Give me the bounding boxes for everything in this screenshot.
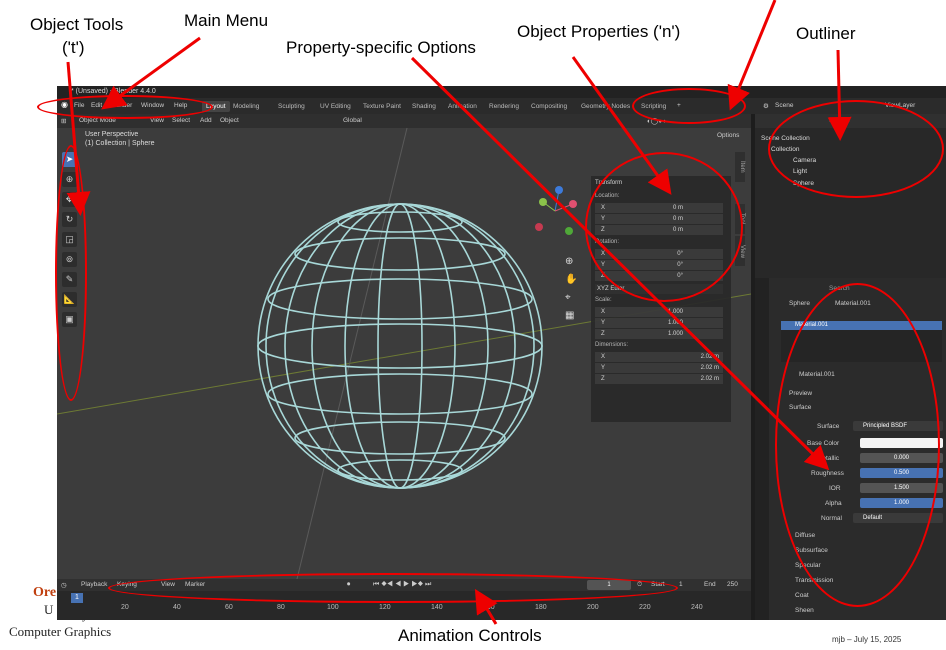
arrow-top-properties [727, 0, 777, 111]
arrow-main-menu [101, 36, 201, 110]
arrow-outliner [827, 49, 852, 141]
arrow-object-tools [66, 61, 91, 216]
annotation-arrows [66, 0, 852, 625]
arrow-object-properties [571, 56, 672, 195]
arrow-animation [474, 588, 498, 625]
